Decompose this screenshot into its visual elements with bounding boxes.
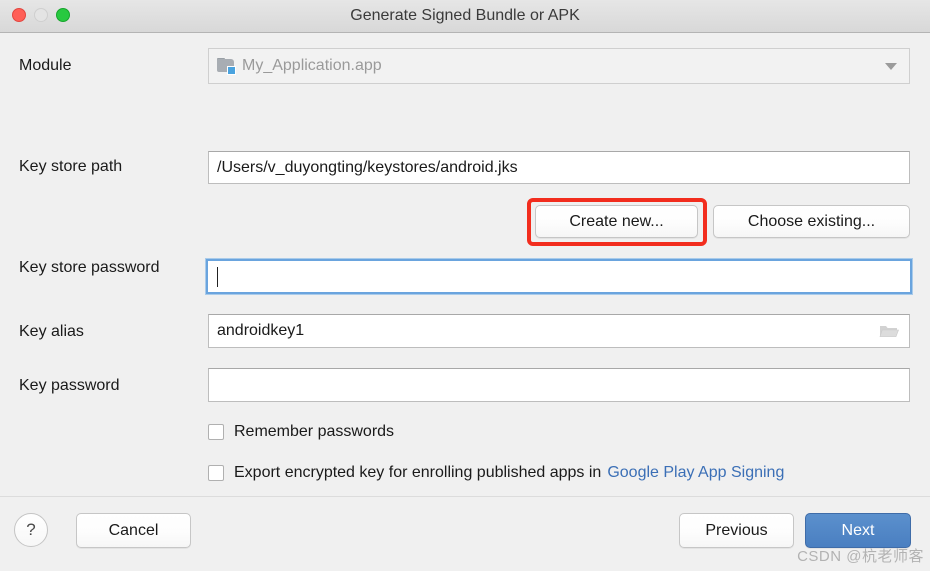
key-store-path-value: /Users/v_duyongting/keystores/android.jk…	[217, 158, 518, 176]
remember-passwords-checkbox[interactable]	[208, 424, 224, 440]
key-alias-label: Key alias	[19, 323, 84, 340]
key-alias-value: androidkey1	[217, 322, 305, 339]
remember-passwords-row[interactable]: Remember passwords	[208, 423, 394, 441]
key-store-path-label: Key store path	[19, 158, 123, 175]
text-caret	[217, 266, 218, 287]
module-icon	[217, 58, 236, 75]
key-password-label: Key password	[19, 377, 120, 394]
key-store-password-label: Key store password	[19, 259, 160, 276]
key-password-input[interactable]	[208, 368, 910, 402]
folder-icon[interactable]	[879, 323, 899, 339]
chevron-down-icon[interactable]	[885, 63, 897, 70]
next-button[interactable]: Next	[805, 513, 911, 548]
module-label: Module	[19, 57, 72, 74]
export-encrypted-key-label: Export encrypted key for enrolling publi…	[234, 464, 602, 481]
create-new-button[interactable]: Create new...	[535, 205, 698, 238]
google-play-app-signing-link[interactable]: Google Play App Signing	[607, 464, 784, 482]
key-alias-input[interactable]: androidkey1	[208, 314, 910, 348]
key-store-password-input[interactable]	[206, 259, 912, 294]
window-title: Generate Signed Bundle or APK	[350, 7, 580, 24]
export-encrypted-key-checkbox[interactable]	[208, 465, 224, 481]
previous-button[interactable]: Previous	[679, 513, 794, 548]
choose-existing-button[interactable]: Choose existing...	[713, 205, 910, 238]
export-encrypted-key-row[interactable]: Export encrypted key for enrolling publi…	[208, 464, 784, 482]
module-value: My_Application.app	[242, 57, 382, 74]
help-button[interactable]: ?	[14, 513, 48, 547]
dialog-footer: ? Cancel Previous Next	[0, 496, 930, 571]
remember-passwords-label: Remember passwords	[234, 423, 395, 440]
cancel-button[interactable]: Cancel	[76, 513, 191, 548]
key-store-path-input[interactable]: /Users/v_duyongting/keystores/android.jk…	[208, 151, 910, 184]
title-bar: Generate Signed Bundle or APK	[0, 0, 930, 33]
module-select[interactable]: My_Application.app	[208, 48, 910, 84]
dialog-body: Module My_Application.app Key store path…	[0, 33, 930, 496]
